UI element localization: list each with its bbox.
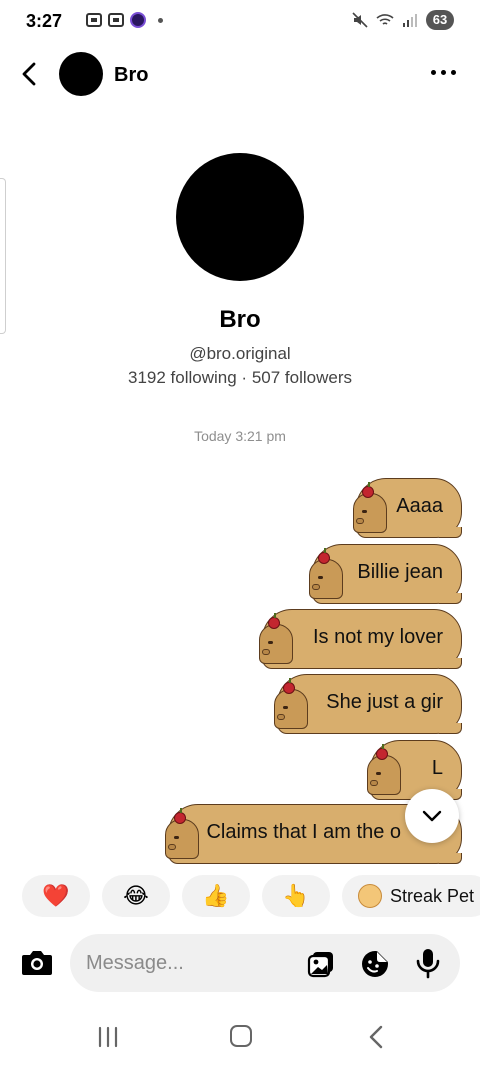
system-back-icon bbox=[369, 1025, 383, 1049]
microphone-icon bbox=[416, 949, 440, 979]
more-button[interactable] bbox=[428, 62, 458, 82]
sticker-icon bbox=[362, 951, 388, 977]
message-field[interactable] bbox=[70, 934, 460, 992]
back-button[interactable] bbox=[14, 56, 46, 92]
wifi-icon bbox=[376, 14, 394, 25]
capybara-sticker-icon bbox=[309, 548, 343, 599]
message-text: She just a gir bbox=[326, 691, 443, 713]
microphone-button[interactable] bbox=[414, 947, 442, 979]
recent-apps-icon bbox=[98, 1026, 118, 1048]
capybara-sticker-icon bbox=[353, 482, 387, 533]
message-bubble[interactable]: L bbox=[367, 740, 462, 800]
gallery-button[interactable] bbox=[306, 949, 336, 979]
notification-icons bbox=[86, 12, 163, 28]
reaction-point-up[interactable]: 👆 bbox=[262, 875, 330, 917]
chevron-down-icon bbox=[422, 810, 442, 822]
reaction-laugh[interactable]: 😂 bbox=[102, 875, 170, 917]
profile-stats: 3192 following · 507 followers bbox=[128, 368, 352, 387]
conversation-timestamp: Today 3:21 pm bbox=[194, 428, 286, 444]
screen-record-icon bbox=[108, 13, 124, 27]
streak-pet-icon bbox=[358, 884, 382, 908]
capybara-sticker-icon bbox=[274, 678, 308, 729]
message-text: L bbox=[431, 757, 443, 779]
sticker-button[interactable] bbox=[360, 949, 390, 979]
system-nav-bar bbox=[0, 1006, 480, 1068]
battery-indicator: 63 bbox=[426, 10, 454, 30]
camera-button[interactable] bbox=[20, 948, 54, 978]
gallery-icon bbox=[307, 952, 333, 978]
streak-pet-label: Streak Pet bbox=[390, 885, 475, 906]
signal-icon bbox=[403, 14, 417, 27]
more-icon-dot bbox=[450, 69, 456, 75]
message-text: Claims that I am the o bbox=[206, 821, 401, 843]
more-icon-dot bbox=[430, 69, 436, 75]
message-text: Billie jean bbox=[357, 561, 443, 583]
message-text: Aaaa bbox=[396, 495, 443, 517]
message-text: Is not my lover bbox=[312, 626, 443, 648]
system-back-button[interactable] bbox=[366, 1024, 386, 1050]
message-composer bbox=[0, 928, 480, 998]
status-time: 3:27 bbox=[26, 11, 63, 31]
chat-header: Bro bbox=[0, 48, 480, 102]
reaction-heart[interactable]: ❤️ bbox=[22, 875, 90, 917]
message-input[interactable] bbox=[86, 950, 296, 976]
home-button[interactable] bbox=[230, 1025, 252, 1047]
more-notifications-dot bbox=[158, 17, 163, 23]
header-avatar[interactable] bbox=[59, 52, 103, 96]
message-bubble[interactable]: Aaaa bbox=[353, 478, 462, 538]
mute-icon bbox=[352, 12, 368, 28]
recent-apps-button[interactable] bbox=[96, 1026, 120, 1048]
scroll-to-bottom-button[interactable] bbox=[405, 789, 459, 843]
profile-avatar[interactable] bbox=[176, 153, 304, 281]
camera-icon bbox=[22, 951, 52, 975]
reaction-thumbs-up[interactable]: 👍 bbox=[182, 875, 250, 917]
quick-reactions-bar: ❤️ 😂 👍 👆 Streak Pet bbox=[0, 872, 480, 920]
system-status-icons: 63 bbox=[352, 10, 454, 30]
capybara-sticker-icon bbox=[367, 744, 401, 795]
message-bubble[interactable]: She just a gir bbox=[274, 674, 462, 734]
app-notification-icon bbox=[130, 12, 146, 28]
capybara-sticker-icon bbox=[165, 808, 199, 859]
screenshot-icon bbox=[86, 13, 102, 27]
capybara-sticker-icon bbox=[259, 613, 293, 664]
status-bar: 3:27 63 bbox=[0, 0, 480, 44]
back-icon bbox=[22, 62, 36, 86]
profile-handle: @bro.original bbox=[189, 344, 291, 363]
streak-pet-chip[interactable]: Streak Pet bbox=[342, 875, 480, 917]
message-bubble[interactable]: Billie jean bbox=[309, 544, 462, 604]
message-bubble[interactable]: Is not my lover bbox=[259, 609, 462, 669]
profile-name: Bro bbox=[219, 306, 261, 333]
more-icon-dot bbox=[440, 69, 446, 75]
header-name[interactable]: Bro bbox=[114, 64, 148, 87]
